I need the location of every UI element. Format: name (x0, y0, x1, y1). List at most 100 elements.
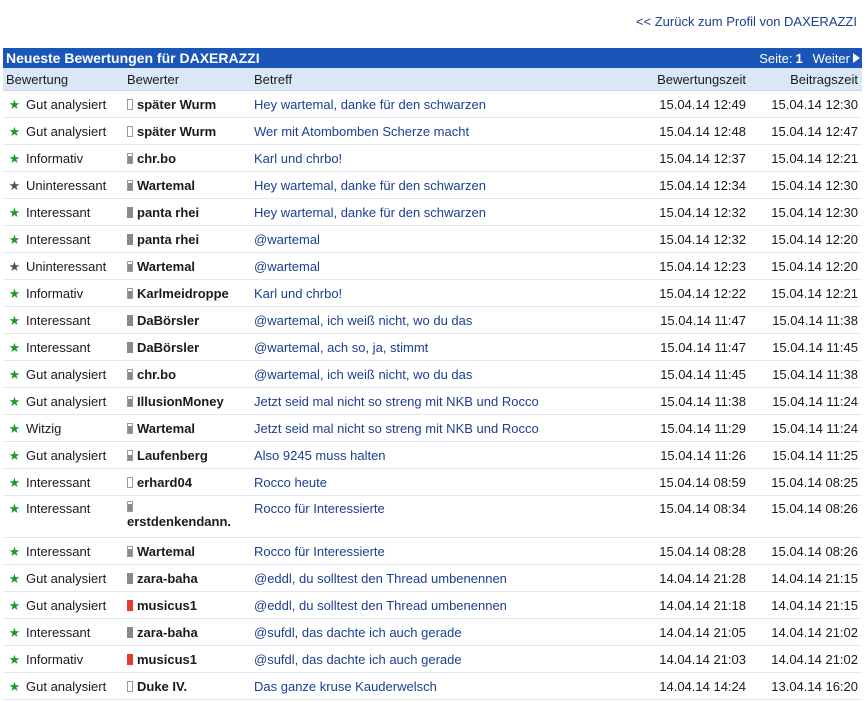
subject-link[interactable]: Karl und chrbo! (254, 286, 640, 301)
rater-cell[interactable]: Duke IV. (127, 672, 254, 700)
back-to-profile-link[interactable]: << Zurück zum Profil von DAXERAZZI (636, 14, 857, 29)
rater-link[interactable]: zara-baha (127, 625, 254, 640)
user-level-icon (127, 476, 133, 488)
subject-cell[interactable]: Karl und chrbo! (254, 144, 640, 172)
rater-cell[interactable]: Wartemal (127, 252, 254, 280)
rater-cell[interactable]: zara-baha (127, 618, 254, 646)
rater-link[interactable]: panta rhei (127, 205, 254, 220)
subject-link[interactable]: Also 9245 muss halten (254, 448, 640, 463)
subject-cell[interactable]: Jetzt seid mal nicht so streng mit NKB u… (254, 414, 640, 442)
rater-cell[interactable]: Karlmeidroppe (127, 279, 254, 307)
subject-link[interactable]: Das ganze kruse Kauderwelsch (254, 679, 640, 694)
subject-cell[interactable]: @wartemal (254, 225, 640, 253)
rater-link[interactable]: musicus1 (127, 652, 254, 667)
posted-at-cell: 15.04.14 08:25 (750, 468, 862, 496)
subject-link[interactable]: @wartemal, ach so, ja, stimmt (254, 340, 640, 355)
subject-link[interactable]: @eddl, du solltest den Thread umbenennen (254, 571, 640, 586)
rater-link[interactable]: zara-baha (127, 571, 254, 586)
subject-cell[interactable]: Also 9245 muss halten (254, 441, 640, 469)
rater-link[interactable]: chr.bo (127, 367, 254, 382)
rater-link[interactable]: DaBörsler (127, 313, 254, 328)
posted-at-cell: 14.04.14 21:02 (750, 618, 862, 646)
rater-link[interactable]: Laufenberg (127, 448, 254, 463)
subject-link[interactable]: Hey wartemal, danke für den schwarzen (254, 205, 640, 220)
subject-link[interactable]: @sufdl, das dachte ich auch gerade (254, 652, 640, 667)
subject-link[interactable]: @wartemal (254, 232, 640, 247)
subject-cell[interactable]: Rocco für Interessierte (254, 537, 640, 565)
subject-link[interactable]: Wer mit Atombomben Scherze macht (254, 124, 640, 139)
subject-cell[interactable]: Hey wartemal, danke für den schwarzen (254, 90, 640, 118)
subject-cell[interactable]: Karl und chrbo! (254, 279, 640, 307)
subject-link[interactable]: Hey wartemal, danke für den schwarzen (254, 97, 640, 112)
subject-link[interactable]: Jetzt seid mal nicht so streng mit NKB u… (254, 421, 640, 436)
rated-at-cell: 15.04.14 12:32 (640, 198, 750, 226)
subject-link[interactable]: Rocco für Interessierte (254, 501, 640, 516)
rater-link[interactable]: IllusionMoney (127, 394, 254, 409)
rater-link[interactable]: Wartemal (127, 178, 254, 193)
rater-link[interactable]: erhard04 (127, 475, 254, 490)
page-number: 1 (795, 50, 803, 66)
next-page-link[interactable]: Weiter (813, 51, 860, 66)
rater-link[interactable]: Wartemal (127, 259, 254, 274)
rater-cell[interactable]: panta rhei (127, 225, 254, 253)
rater-cell[interactable]: später Wurm (127, 90, 254, 118)
subject-cell[interactable]: Hey wartemal, danke für den schwarzen (254, 198, 640, 226)
rater-cell[interactable]: Wartemal (127, 414, 254, 442)
subject-cell[interactable]: @wartemal, ich weiß nicht, wo du das (254, 306, 640, 334)
subject-link[interactable]: @eddl, du solltest den Thread umbenennen (254, 598, 640, 613)
rater-link[interactable]: chr.bo (127, 151, 254, 166)
subject-link[interactable]: @wartemal (254, 259, 640, 274)
table-row: ★ Interessant erhard04 Rocco heute 15.04… (3, 468, 862, 496)
subject-cell[interactable]: Rocco für Interessierte (254, 495, 640, 538)
subject-cell[interactable]: Jetzt seid mal nicht so streng mit NKB u… (254, 387, 640, 415)
rater-cell[interactable]: musicus1 (127, 591, 254, 619)
subject-cell[interactable]: Hey wartemal, danke für den schwarzen (254, 171, 640, 199)
rater-link[interactable]: später Wurm (127, 97, 254, 112)
subject-cell[interactable]: Das ganze kruse Kauderwelsch (254, 672, 640, 700)
rater-link[interactable]: DaBörsler (127, 340, 254, 355)
rater-cell[interactable]: musicus1 (127, 645, 254, 673)
rater-cell[interactable]: chr.bo (127, 144, 254, 172)
subject-cell[interactable]: @eddl, du solltest den Thread umbenennen (254, 591, 640, 619)
rater-link[interactable]: musicus1 (127, 598, 254, 613)
rater-cell[interactable]: DaBörsler (127, 333, 254, 361)
subject-cell[interactable]: Rocco heute (254, 468, 640, 496)
subject-cell[interactable]: @wartemal, ich weiß nicht, wo du das (254, 360, 640, 388)
rater-cell[interactable]: erhard04 (127, 468, 254, 496)
rater-link[interactable]: später Wurm (127, 124, 254, 139)
subject-cell[interactable]: @wartemal (254, 252, 640, 280)
subject-cell[interactable]: @eddl, du solltest den Thread umbenennen (254, 564, 640, 592)
subject-link[interactable]: Hey wartemal, danke für den schwarzen (254, 178, 640, 193)
subject-link[interactable]: @wartemal, ich weiß nicht, wo du das (254, 367, 640, 382)
subject-link[interactable]: Jetzt seid mal nicht so streng mit NKB u… (254, 394, 640, 409)
subject-link[interactable]: @wartemal, ich weiß nicht, wo du das (254, 313, 640, 328)
rating-cell: ★ Gut analysiert (3, 441, 127, 469)
rated-at-cell: 15.04.14 11:38 (640, 387, 750, 415)
subject-cell[interactable]: @wartemal, ach so, ja, stimmt (254, 333, 640, 361)
rater-link[interactable]: Wartemal (127, 421, 254, 436)
subject-cell[interactable]: @sufdl, das dachte ich auch gerade (254, 618, 640, 646)
subject-cell[interactable]: @sufdl, das dachte ich auch gerade (254, 645, 640, 673)
subject-link[interactable]: Karl und chrbo! (254, 151, 640, 166)
rater-cell[interactable]: DaBörsler (127, 306, 254, 334)
rater-link[interactable]: Karlmeidroppe (127, 286, 254, 301)
rater-cell[interactable]: zara-baha (127, 564, 254, 592)
star-positive-icon: ★ (8, 501, 21, 516)
rater-cell[interactable]: später Wurm (127, 117, 254, 145)
rater-cell[interactable]: IllusionMoney (127, 387, 254, 415)
rater-cell[interactable]: chr.bo (127, 360, 254, 388)
rater-cell[interactable]: Wartemal (127, 171, 254, 199)
rater-cell[interactable]: panta rhei (127, 198, 254, 226)
rater-cell[interactable]: Wartemal (127, 537, 254, 565)
rater-link[interactable]: erstdenkendann. (127, 501, 254, 529)
rater-link[interactable]: panta rhei (127, 232, 254, 247)
star-positive-icon: ★ (8, 366, 21, 382)
subject-link[interactable]: Rocco heute (254, 475, 640, 490)
rater-link[interactable]: Wartemal (127, 544, 254, 559)
subject-cell[interactable]: Wer mit Atombomben Scherze macht (254, 117, 640, 145)
rater-link[interactable]: Duke IV. (127, 679, 254, 694)
rater-cell[interactable]: Laufenberg (127, 441, 254, 469)
subject-link[interactable]: @sufdl, das dachte ich auch gerade (254, 625, 640, 640)
rater-cell[interactable]: erstdenkendann. (127, 495, 254, 538)
subject-link[interactable]: Rocco für Interessierte (254, 544, 640, 559)
